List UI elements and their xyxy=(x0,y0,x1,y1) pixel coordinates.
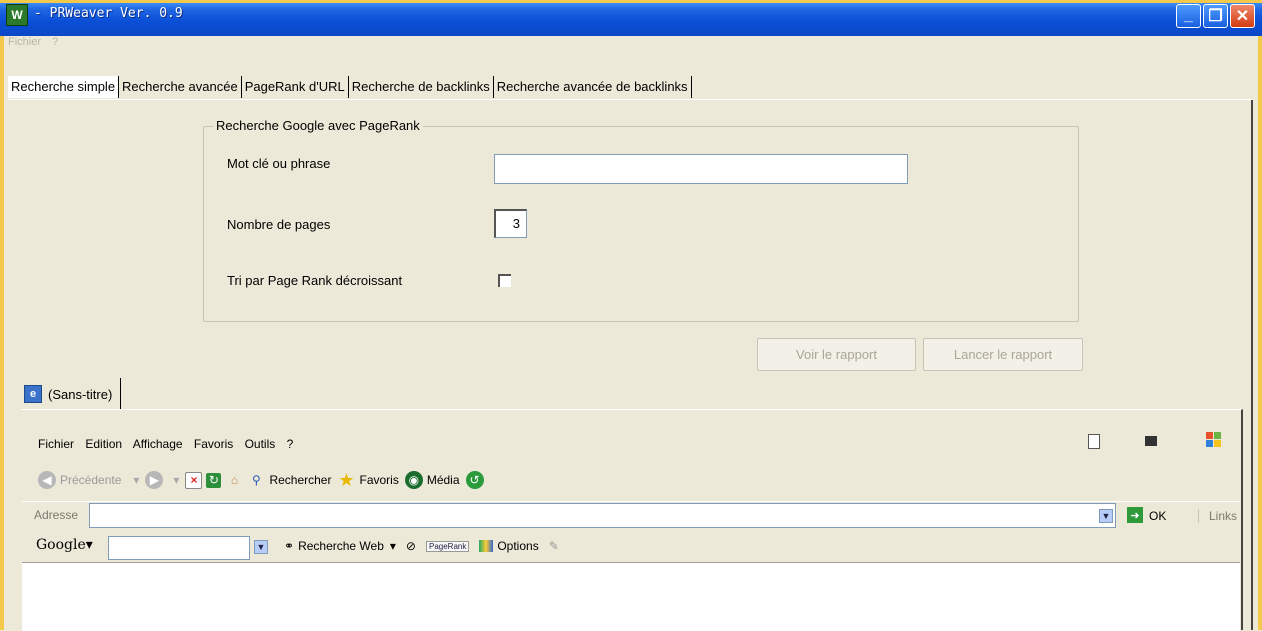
tab-recherche-avancee-backlinks[interactable]: Recherche avancée de backlinks xyxy=(494,76,692,98)
google-dropdown-icon[interactable]: ▼ xyxy=(254,540,268,554)
forward-dropdown-icon[interactable]: ▾ xyxy=(173,473,179,487)
media-label[interactable]: Média xyxy=(427,473,460,487)
keyword-label: Mot clé ou phrase xyxy=(227,156,331,171)
binoculars-icon: ⚭ xyxy=(284,539,295,553)
tab-pagerank-url[interactable]: PageRank d'URL xyxy=(242,76,349,98)
monitor-icon[interactable] xyxy=(1145,436,1157,446)
tab-recherche-backlinks[interactable]: Recherche de backlinks xyxy=(349,76,494,98)
media-icon[interactable]: ◉ xyxy=(404,471,423,489)
app-icon: W xyxy=(6,4,28,26)
pagerank-display[interactable]: PageRank xyxy=(425,540,470,552)
pages-label: Nombre de pages xyxy=(227,217,331,232)
browser-toolbar: ◀ Précédente ▾ ▶ ▾ × ↻ ⌂ ⚲ Rechercher ★ … xyxy=(38,465,488,495)
links-label[interactable]: Links xyxy=(1198,509,1237,523)
recherche-web-dropdown-icon[interactable]: ▾ xyxy=(390,539,396,553)
search-icon[interactable]: ⚲ xyxy=(247,471,265,489)
pages-input[interactable]: 3 xyxy=(494,209,527,238)
panel-edge xyxy=(1251,100,1253,630)
recherche-web-label: Recherche Web xyxy=(298,539,384,553)
tab-recherche-simple[interactable]: Recherche simple xyxy=(8,76,120,98)
document-tab-label: (Sans-titre) xyxy=(48,386,113,402)
options-label: Options xyxy=(497,539,539,553)
window-frame-right xyxy=(1258,36,1262,630)
page-icon[interactable] xyxy=(1088,434,1100,449)
window-title: - PRWeaver Ver. 0.9 xyxy=(34,6,183,21)
browser-content[interactable] xyxy=(22,562,1240,631)
voir-rapport-button[interactable]: Voir le rapport xyxy=(757,338,916,371)
stop-icon[interactable]: × xyxy=(185,471,203,489)
ie-document-icon: e xyxy=(24,385,42,403)
address-dropdown-icon[interactable]: ▼ xyxy=(1099,509,1113,523)
sort-checkbox[interactable] xyxy=(498,274,511,287)
window-frame-left xyxy=(0,36,4,630)
recherche-web-button[interactable]: ⚭ Recherche Web ▾ xyxy=(284,539,396,553)
title-bar[interactable] xyxy=(0,0,1262,36)
browser-menu-fichier[interactable]: Fichier xyxy=(38,437,74,451)
favorites-label[interactable]: Favoris xyxy=(359,473,398,487)
menu-help[interactable]: ? xyxy=(52,36,58,48)
browser-menu-bar: Fichier Edition Affichage Favoris Outils… xyxy=(38,437,301,451)
google-search-input[interactable] xyxy=(108,536,250,560)
menu-bar: Fichier ? xyxy=(8,36,66,54)
lancer-rapport-button[interactable]: Lancer le rapport xyxy=(923,338,1083,371)
pagerank-badge: PageRank xyxy=(425,540,470,552)
pencil-icon[interactable]: ✎ xyxy=(549,539,559,553)
browser-menu-help[interactable]: ? xyxy=(287,437,294,451)
back-label[interactable]: Précédente xyxy=(60,473,121,487)
minimize-button[interactable]: _ xyxy=(1176,4,1201,28)
google-logo[interactable]: Google▾ xyxy=(36,537,93,553)
go-button[interactable]: OK xyxy=(1149,509,1166,523)
home-icon[interactable]: ⌂ xyxy=(225,471,243,489)
forward-arrow-icon[interactable]: ▶ xyxy=(145,471,164,489)
groupbox-title: Recherche Google avec PageRank xyxy=(213,118,423,133)
tab-recherche-avancee[interactable]: Recherche avancée xyxy=(119,76,242,98)
options-icon xyxy=(479,540,494,552)
google-toolbar-items: ⚭ Recherche Web ▾ ⊘ PageRank Options ✎ xyxy=(284,539,569,553)
favorites-star-icon[interactable]: ★ xyxy=(337,470,355,490)
back-arrow-icon[interactable]: ◀ xyxy=(38,471,56,489)
sort-label: Tri par Page Rank décroissant xyxy=(227,273,403,288)
browser-menu-edition[interactable]: Edition xyxy=(85,437,122,451)
options-button[interactable]: Options xyxy=(479,539,539,553)
tab-divider xyxy=(8,99,1252,100)
search-label[interactable]: Rechercher xyxy=(269,473,331,487)
go-arrow-icon[interactable]: ➜ xyxy=(1127,507,1143,523)
address-input[interactable] xyxy=(89,503,1116,528)
history-icon[interactable]: ↺ xyxy=(465,471,484,489)
tab-strip: Recherche simple Recherche avancée PageRan… xyxy=(8,76,692,100)
refresh-icon[interactable]: ↻ xyxy=(206,472,222,488)
windows-logo-icon xyxy=(1206,432,1222,448)
browser-menu-affichage[interactable]: Affichage xyxy=(133,437,183,451)
back-dropdown-icon[interactable]: ▾ xyxy=(133,473,139,487)
document-tab[interactable]: e (Sans-titre) xyxy=(24,378,122,410)
browser-menu-favoris[interactable]: Favoris xyxy=(194,437,233,451)
menu-fichier[interactable]: Fichier xyxy=(8,36,41,48)
close-button[interactable]: ✕ xyxy=(1230,4,1255,28)
browser-menu-outils[interactable]: Outils xyxy=(245,437,276,451)
block-popup-icon[interactable]: ⊘ xyxy=(406,539,416,553)
maximize-button[interactable]: ❐ xyxy=(1203,4,1228,28)
keyword-input[interactable] xyxy=(494,154,908,184)
address-label: Adresse xyxy=(34,508,79,522)
